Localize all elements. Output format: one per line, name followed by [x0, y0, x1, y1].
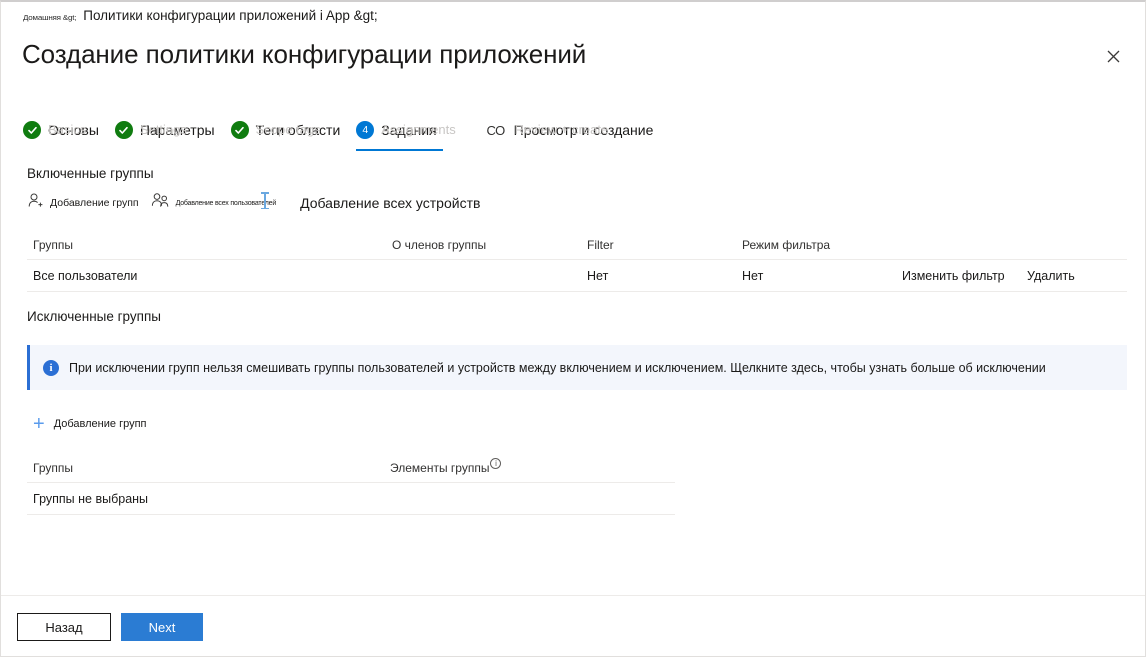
table-row: Все пользователи Нет Нет Изменить фильтр… [27, 260, 1127, 292]
column-header-groups: Группы [27, 238, 392, 252]
add-person-icon [27, 192, 44, 214]
included-groups-toolbar: Добавление групп Добавление всех пользов… [27, 190, 486, 216]
tab-assignments[interactable]: 4 Задания Assignments [356, 115, 442, 145]
close-icon[interactable] [1097, 40, 1129, 72]
tab-label: Задания [381, 122, 436, 138]
table-row: Группы не выбраны [27, 483, 675, 515]
tab-label: Параметры [140, 122, 215, 138]
excluded-add-groups-label: Добавление групп [54, 418, 147, 430]
next-button[interactable]: Next [121, 613, 203, 641]
tab-basics[interactable]: Основы Basics [23, 115, 105, 145]
exclusion-info-banner: i При исключении групп нельзя смешивать … [27, 345, 1127, 390]
tab-review-create[interactable]: СО Просмотр и создание Review + create [485, 115, 660, 145]
included-groups-table: Группы О членов группы Filter Режим филь… [27, 230, 1127, 292]
tab-scope-tags[interactable]: Теги области Scope tags [231, 115, 347, 145]
excluded-groups-heading: Исключенные группы [27, 309, 161, 324]
create-app-config-policy-blade: Домашняя &gt; Политики конфигурации прил… [0, 0, 1146, 657]
cell-group-name: Группы не выбраны [27, 492, 390, 506]
excluded-add-groups-button[interactable]: + Добавление групп [33, 416, 146, 432]
plus-icon: + [33, 416, 45, 432]
add-all-users-label: Добавление всех пользователей [176, 200, 276, 207]
excluded-groups-table: Группы Элементы группы i Группы не выбра… [27, 453, 675, 515]
table-header-row: Группы Элементы группы i [27, 453, 675, 483]
column-header-filter: Filter [587, 238, 742, 252]
tab-label: Основы [48, 122, 99, 138]
info-outline-icon[interactable]: i [490, 458, 501, 469]
add-groups-button[interactable]: Добавление групп [27, 190, 139, 216]
table-header-row: Группы О членов группы Filter Режим филь… [27, 230, 1127, 260]
info-icon: i [43, 360, 59, 376]
column-header-group-members-label: Элементы группы [390, 461, 489, 475]
add-all-devices-label: Добавление всех устройств [300, 195, 480, 211]
remove-link[interactable]: Удалить [1027, 269, 1117, 283]
column-header-group-members: Элементы группы i [390, 461, 670, 475]
tab-label: Теги области [256, 122, 341, 138]
step-number-badge: СО [485, 121, 507, 139]
column-header-filter-mode: Режим фильтра [742, 238, 902, 252]
cell-group-name: Все пользователи [27, 269, 392, 283]
add-groups-label: Добавление групп [50, 197, 139, 209]
wizard-footer: Назад Next [1, 595, 1145, 656]
cell-filter: Нет [587, 269, 742, 283]
page-title: Создание политики конфигурации приложени… [22, 39, 586, 70]
tab-label: Просмотр и создание [514, 122, 654, 138]
tab-settings[interactable]: Параметры Settings [115, 115, 221, 145]
column-header-members: О членов группы [392, 238, 587, 252]
add-all-devices-button[interactable]: Добавление всех устройств [300, 190, 480, 216]
add-all-users-button[interactable]: Добавление всех пользователей [151, 190, 276, 216]
wizard-tabs: Основы Basics Параметры Settings Теги об… [23, 115, 669, 147]
step-number-badge: 4 [356, 121, 374, 139]
cell-filter-mode: Нет [742, 269, 902, 283]
check-icon [231, 121, 249, 139]
back-button[interactable]: Назад [17, 613, 111, 641]
included-groups-heading: Включенные группы [27, 166, 154, 181]
text-cursor [264, 192, 266, 209]
edit-filter-link[interactable]: Изменить фильтр [902, 269, 1027, 283]
breadcrumb: Домашняя &gt; Политики конфигурации прил… [23, 8, 378, 23]
column-header-groups: Группы [27, 461, 390, 475]
check-icon [23, 121, 41, 139]
breadcrumb-path[interactable]: Политики конфигурации приложений i App &… [83, 8, 377, 23]
breadcrumb-home[interactable]: Домашняя &gt; [23, 13, 76, 22]
add-people-icon [151, 192, 170, 214]
check-icon [115, 121, 133, 139]
banner-text: При исключении групп нельзя смешивать гр… [69, 361, 1046, 375]
